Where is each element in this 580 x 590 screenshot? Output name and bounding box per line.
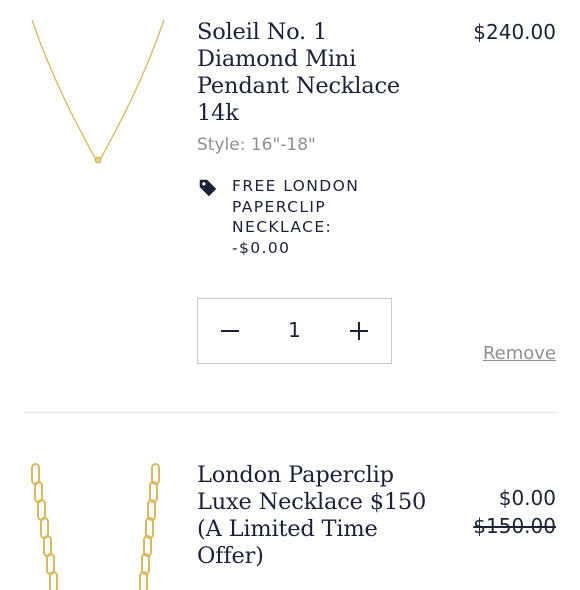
plus-icon: [350, 321, 368, 340]
promo-discount-text: FREE LONDON PAPERCLIP NECKLACE: -$0.00: [232, 177, 360, 257]
original-price: $150.00: [473, 514, 556, 538]
cart-item: Soleil No. 1 Diamond Mini Pendant Neckla…: [0, 0, 580, 412]
minus-icon: [221, 329, 239, 332]
product-title[interactable]: Soleil No. 1 Diamond Mini Pendant Neckla…: [197, 19, 427, 127]
quantity-value[interactable]: 1: [262, 299, 327, 362]
cart-item: London Paperclip Luxe Necklace $150 (A L…: [0, 414, 580, 590]
decrease-quantity-button[interactable]: [198, 299, 262, 362]
tag-icon: [199, 179, 217, 197]
product-style: Style: 16"-18": [197, 135, 316, 155]
product-price: $240.00: [473, 20, 556, 44]
item-divider: [24, 412, 556, 413]
increase-quantity-button[interactable]: [327, 299, 391, 362]
product-title[interactable]: London Paperclip Luxe Necklace $150 (A L…: [197, 462, 427, 570]
product-image-pendant-necklace[interactable]: [24, 14, 174, 184]
product-image-paperclip-necklace[interactable]: [28, 460, 168, 590]
quantity-stepper: 1: [197, 298, 392, 364]
remove-item-link[interactable]: Remove: [483, 343, 556, 364]
product-price: $0.00: [498, 486, 556, 510]
